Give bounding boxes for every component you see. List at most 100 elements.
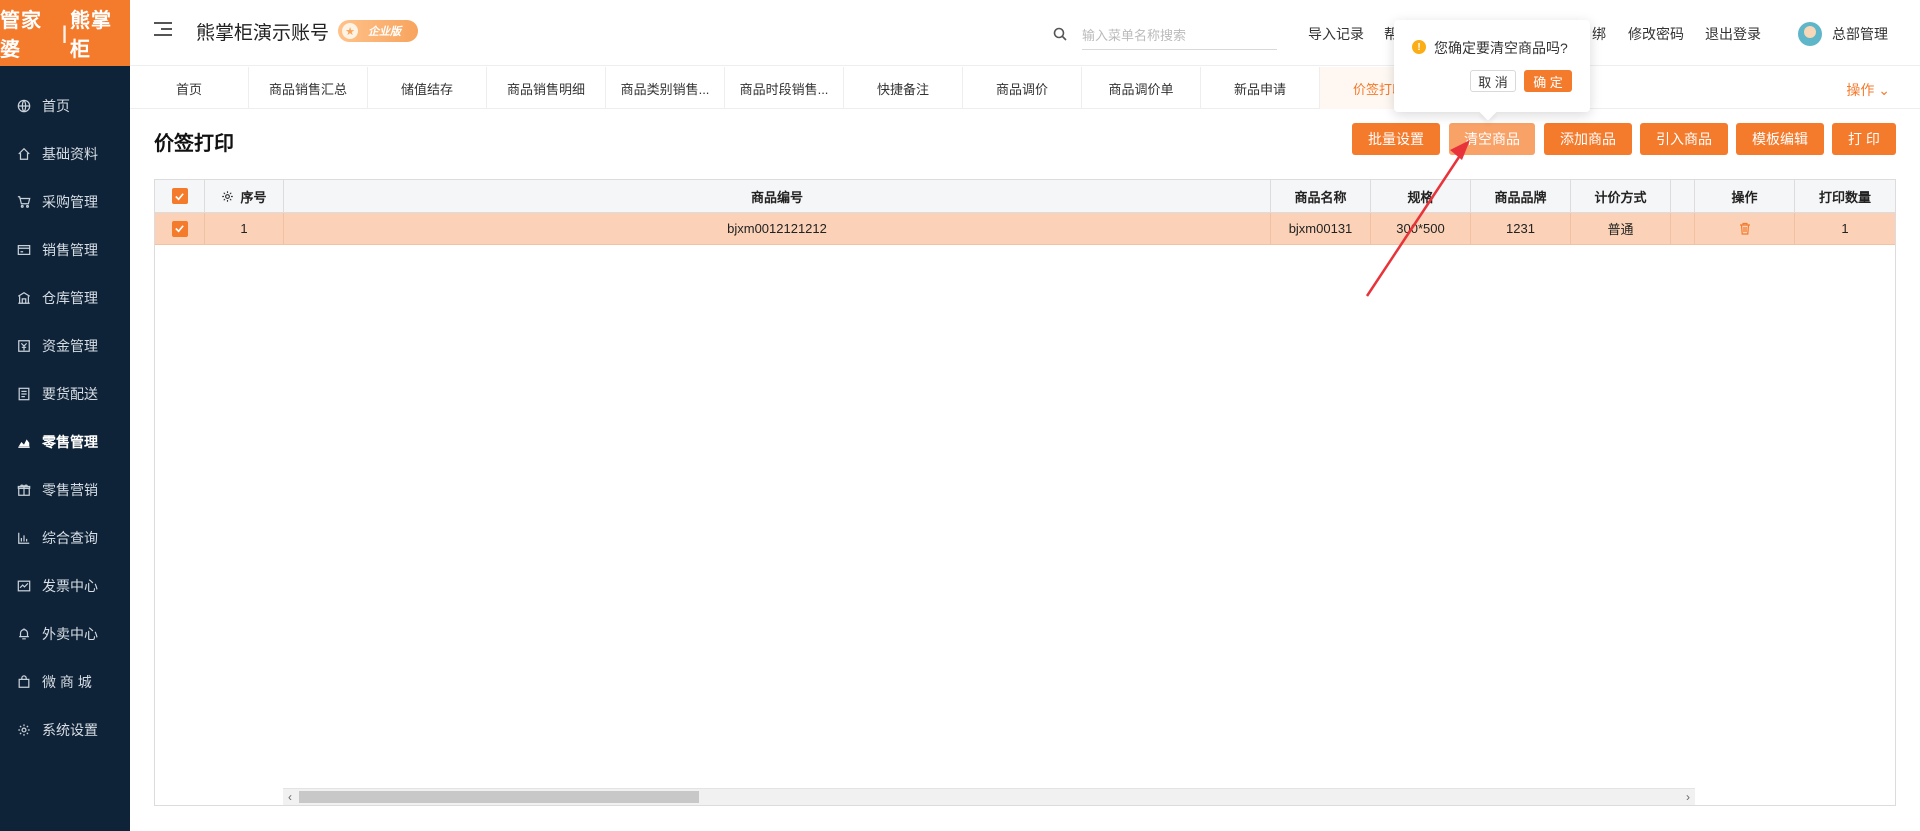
- confirm-ok-button[interactable]: 确 定: [1524, 70, 1572, 92]
- sidebar-item-label: 仓库管理: [42, 290, 98, 306]
- sidebar: 管家婆 | 熊掌柜 首页 基础资料 采购管理 销售管理 仓库管理 资金管理 要货…: [0, 0, 130, 831]
- delete-icon[interactable]: [1739, 222, 1751, 235]
- product-table: 序号 商品编号 商品名称 规格 商品品牌 计价方式 操作 打印数量 1 bjxm…: [154, 179, 1896, 806]
- money-icon: [16, 338, 32, 354]
- sidebar-item-takeout[interactable]: 外卖中心: [0, 610, 130, 658]
- column-header-label: 序号: [240, 189, 267, 205]
- clear-products-button[interactable]: 清空商品: [1449, 123, 1535, 155]
- sidebar-item-query[interactable]: 综合查询: [0, 514, 130, 562]
- cell-code: bjxm0012121212: [284, 213, 1271, 244]
- brand-logo[interactable]: 管家婆 | 熊掌柜: [0, 0, 130, 66]
- tab-price-adjust[interactable]: 商品调价: [963, 67, 1082, 109]
- column-header-index[interactable]: 序号: [205, 180, 284, 212]
- add-product-button[interactable]: 添加商品: [1544, 123, 1632, 155]
- import-product-button[interactable]: 引入商品: [1640, 123, 1728, 155]
- row-checkbox[interactable]: [171, 220, 188, 237]
- tab-quick-notes[interactable]: 快捷备注: [844, 67, 963, 109]
- template-edit-button[interactable]: 模板编辑: [1736, 123, 1824, 155]
- sidebar-item-purchase[interactable]: 采购管理: [0, 178, 130, 226]
- tab-price-adjust-order[interactable]: 商品调价单: [1082, 67, 1201, 109]
- sidebar-item-retail[interactable]: 零售管理: [0, 418, 130, 466]
- column-header-spec[interactable]: 规格: [1371, 180, 1471, 212]
- change-password-link[interactable]: 修改密码: [1628, 24, 1684, 44]
- sidebar-item-distribution[interactable]: 要货配送: [0, 370, 130, 418]
- batch-settings-button[interactable]: 批量设置: [1352, 123, 1440, 155]
- chart-icon: [16, 434, 32, 450]
- tab-sales-summary[interactable]: 商品销售汇总: [249, 67, 368, 109]
- sidebar-item-marketing[interactable]: 零售营销: [0, 466, 130, 514]
- cell-brand: 1231: [1471, 213, 1571, 244]
- sidebar-item-finance[interactable]: 资金管理: [0, 322, 130, 370]
- tab-period-sales[interactable]: 商品时段销售...: [725, 67, 844, 109]
- bag-icon: [16, 674, 32, 690]
- column-header-actions: 操作: [1695, 180, 1795, 212]
- horizontal-scrollbar[interactable]: ‹ ›: [283, 788, 1695, 805]
- sidebar-item-home[interactable]: 首页: [0, 82, 130, 130]
- sidebar-item-label: 零售管理: [42, 434, 98, 450]
- tab-new-product[interactable]: 新品申请: [1201, 67, 1320, 109]
- sidebar-item-settings[interactable]: 系统设置: [0, 706, 130, 754]
- column-header-gutter: [1671, 180, 1695, 212]
- logout-link[interactable]: 退出登录: [1705, 24, 1761, 44]
- account-title: 熊掌柜演示账号: [196, 23, 330, 44]
- search-icon[interactable]: [1052, 26, 1068, 42]
- tab-home[interactable]: 首页: [130, 67, 249, 109]
- scroll-right-icon[interactable]: ›: [1681, 790, 1695, 804]
- table-header: 序号 商品编号 商品名称 规格 商品品牌 计价方式 操作 打印数量: [155, 180, 1895, 213]
- column-header-pricing[interactable]: 计价方式: [1571, 180, 1671, 212]
- logo-text-right: 熊掌柜: [70, 10, 113, 61]
- tabs-operations-dropdown[interactable]: 操作 ⌄: [1846, 80, 1890, 100]
- column-settings-icon[interactable]: [221, 190, 234, 203]
- bar-chart-icon: [16, 530, 32, 546]
- menu-collapse-icon[interactable]: [154, 22, 172, 38]
- column-header-name[interactable]: 商品名称: [1271, 180, 1371, 212]
- sidebar-item-label: 要货配送: [42, 386, 98, 402]
- sidebar-item-label: 采购管理: [42, 194, 98, 210]
- sidebar-item-label: 销售管理: [42, 242, 98, 258]
- tabs-operations-label: 操作: [1846, 82, 1875, 98]
- confirm-cancel-button[interactable]: 取 消: [1470, 70, 1516, 92]
- column-header-brand[interactable]: 商品品牌: [1471, 180, 1571, 212]
- sidebar-item-sales[interactable]: 销售管理: [0, 226, 130, 274]
- card-icon: [16, 242, 32, 258]
- print-button[interactable]: 打 印: [1832, 123, 1896, 155]
- tab-category-sales[interactable]: 商品类别销售...: [606, 67, 725, 109]
- column-header-code[interactable]: 商品编号: [284, 180, 1271, 212]
- table-row[interactable]: 1 bjxm0012121212 bjxm00131 300*500 1231 …: [155, 213, 1895, 245]
- globe-icon: [16, 98, 32, 114]
- logo-text-left: 管家婆: [0, 10, 42, 61]
- scroll-left-icon[interactable]: ‹: [283, 790, 297, 804]
- star-icon: ★: [342, 23, 358, 39]
- sidebar-nav: 首页 基础资料 采购管理 销售管理 仓库管理 资金管理 要货配送 零售管理 零售…: [0, 82, 130, 754]
- logo-separator: |: [61, 22, 69, 43]
- sidebar-item-invoice[interactable]: 发票中心: [0, 562, 130, 610]
- gear-icon: [16, 722, 32, 738]
- import-records-link[interactable]: 导入记录: [1308, 24, 1364, 44]
- user-menu[interactable]: 总部管理: [1798, 22, 1888, 46]
- edition-badge-label: 企业版: [368, 26, 401, 38]
- sidebar-item-label: 首页: [42, 98, 70, 114]
- edition-badge: ★ 企业版: [338, 20, 418, 42]
- tab-sales-detail[interactable]: 商品销售明细: [487, 67, 606, 109]
- cell-print-qty[interactable]: 1: [1795, 213, 1895, 244]
- sidebar-item-mall[interactable]: 微 商 城: [0, 658, 130, 706]
- page-tabs: 首页 商品销售汇总 储值结存 商品销售明细 商品类别销售... 商品时段销售..…: [130, 67, 1920, 109]
- cell-name: bjxm00131: [1271, 213, 1371, 244]
- cell-spec: 300*500: [1371, 213, 1471, 244]
- unbind-link[interactable]: 绑: [1592, 24, 1606, 44]
- sidebar-item-basic-data[interactable]: 基础资料: [0, 130, 130, 178]
- menu-search-input[interactable]: [1082, 22, 1277, 50]
- sidebar-item-label: 发票中心: [42, 578, 98, 594]
- chevron-down-icon: ⌄: [1878, 82, 1890, 98]
- confirm-message: 您确定要清空商品吗?: [1434, 40, 1568, 56]
- sidebar-item-warehouse[interactable]: 仓库管理: [0, 274, 130, 322]
- sidebar-item-label: 综合查询: [42, 530, 98, 546]
- list-icon: [16, 386, 32, 402]
- tab-stored-value[interactable]: 储值结存: [368, 67, 487, 109]
- sidebar-item-label: 基础资料: [42, 146, 98, 162]
- select-all-checkbox[interactable]: [171, 188, 188, 204]
- column-header-print-qty[interactable]: 打印数量: [1795, 180, 1895, 212]
- trend-icon: [16, 578, 32, 594]
- cell-index: 1: [205, 213, 284, 244]
- scrollbar-thumb[interactable]: [299, 791, 699, 803]
